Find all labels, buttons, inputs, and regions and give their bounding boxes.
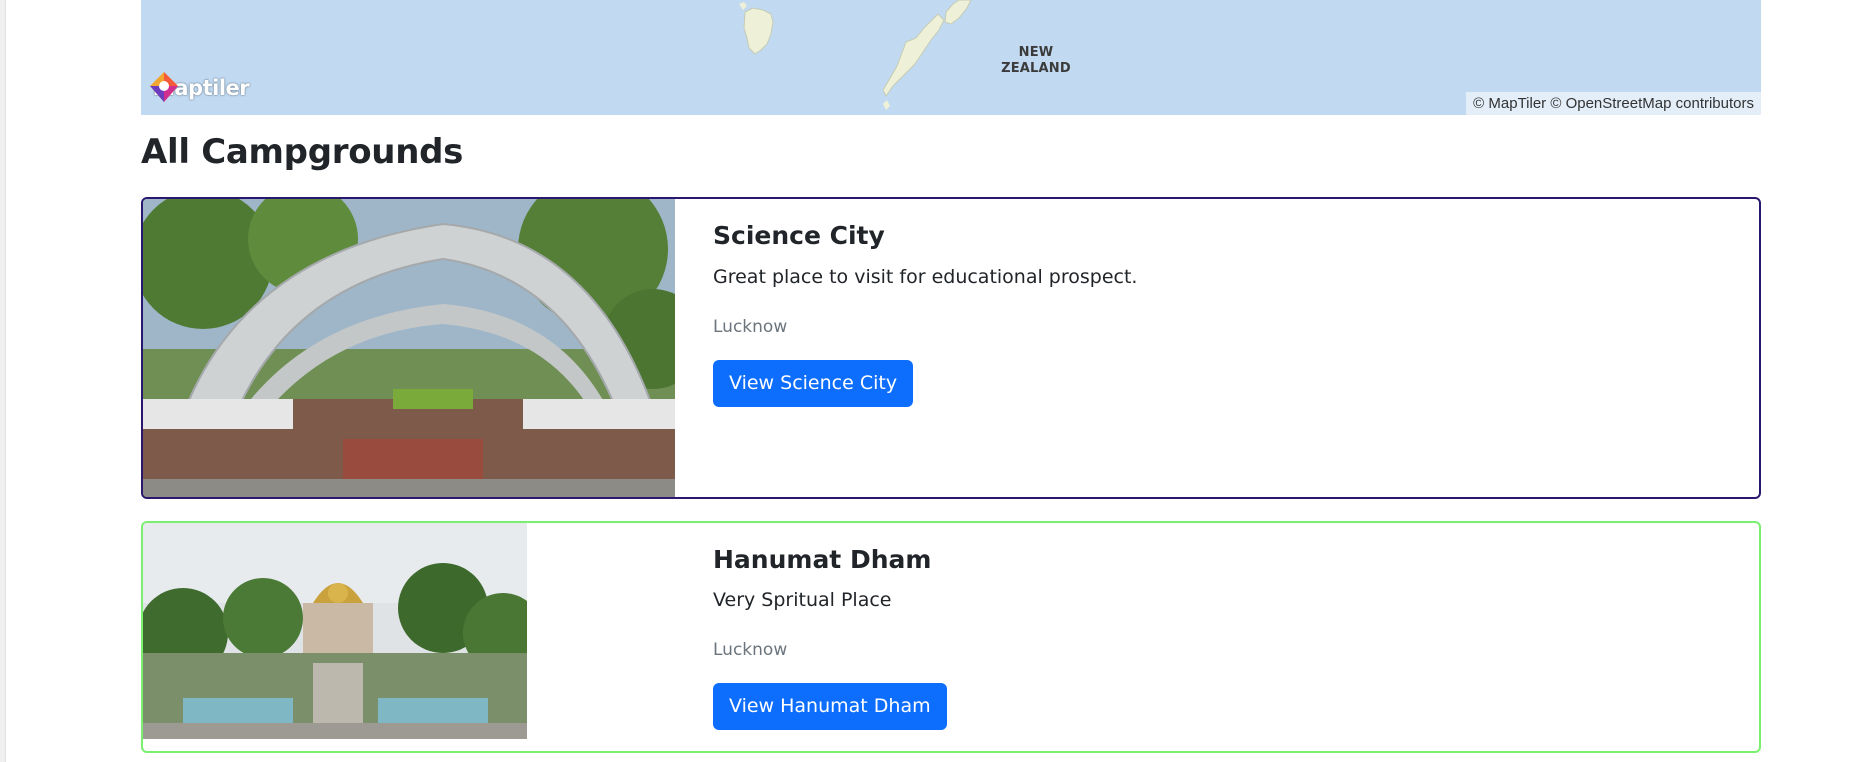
campground-card: Science City Great place to visit for ed… — [141, 197, 1761, 499]
view-campground-button[interactable]: View Science City — [713, 360, 914, 407]
card-title: Science City — [713, 221, 885, 250]
maptiler-logo-icon — [150, 72, 178, 102]
card-description: Great place to visit for educational pro… — [713, 266, 1138, 288]
campground-card: Hanumat Dham Very Spritual Place Lucknow… — [141, 521, 1761, 753]
map-attribution[interactable]: © MapTiler © OpenStreetMap contributors — [1466, 92, 1761, 115]
campground-image — [143, 199, 675, 497]
campground-map[interactable]: NEW ZEALAND maptiler © MapTiler © OpenSt… — [141, 0, 1761, 115]
nz-south-island-shape — [882, 13, 945, 97]
left-edge-rule — [0, 0, 6, 762]
island-shape — [739, 2, 747, 10]
map-label-new: NEW — [1018, 45, 1054, 60]
map-label-zealand: ZEALAND — [1001, 61, 1071, 76]
card-title: Hanumat Dham — [713, 545, 932, 574]
card-description: Very Spritual Place — [713, 589, 892, 611]
campground-image — [143, 523, 527, 739]
card-location: Lucknow — [713, 640, 788, 660]
stewart-island-shape — [883, 100, 890, 110]
tasmania-shape — [743, 7, 774, 55]
page-title: All Campgrounds — [141, 132, 464, 172]
maptiler-logo[interactable]: maptiler — [148, 71, 250, 105]
nz-north-island-shape — [944, 0, 972, 25]
view-campground-button[interactable]: View Hanumat Dham — [713, 683, 947, 730]
card-location: Lucknow — [713, 317, 788, 337]
